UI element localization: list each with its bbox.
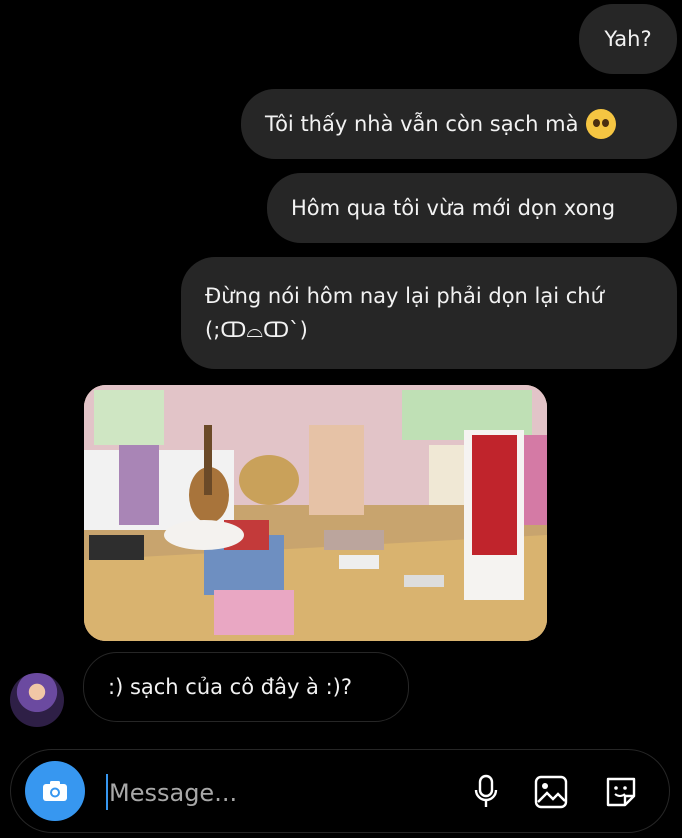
microphone-icon bbox=[474, 774, 498, 807]
pleading-face-emoji-icon bbox=[586, 109, 617, 139]
sent-message-1[interactable]: Yah? bbox=[579, 4, 677, 74]
message-composer bbox=[10, 749, 670, 833]
message-text: Yah? bbox=[604, 27, 652, 51]
sticker-icon bbox=[606, 777, 636, 807]
contact-avatar[interactable] bbox=[10, 673, 64, 727]
sent-message-3[interactable]: Hôm qua tôi vừa mới dọn xong bbox=[267, 173, 677, 243]
message-text: Đừng nói hôm nay lại phải dọn lại chứ bbox=[205, 284, 604, 308]
message-input[interactable] bbox=[107, 770, 431, 816]
received-message-1[interactable]: :) sạch của cô đây à :)? bbox=[83, 652, 409, 722]
message-text: :) sạch của cô đây à :)? bbox=[108, 675, 353, 699]
gallery-icon bbox=[534, 775, 568, 809]
sticker-button[interactable] bbox=[601, 772, 641, 812]
camera-icon bbox=[43, 781, 67, 801]
microphone-button[interactable] bbox=[466, 772, 506, 812]
sent-message-2[interactable]: Tôi thấy nhà vẫn còn sạch mà bbox=[241, 89, 677, 159]
message-text-line-2: (;ↀ⌓ↀ`) bbox=[205, 318, 308, 342]
messy-room-photo[interactable] bbox=[84, 385, 547, 641]
message-text: Tôi thấy nhà vẫn còn sạch mà bbox=[265, 112, 579, 136]
room-image bbox=[84, 385, 547, 641]
camera-button[interactable] bbox=[25, 761, 85, 821]
sent-message-4[interactable]: Đừng nói hôm nay lại phải dọn lại chứ (;… bbox=[181, 257, 677, 369]
gallery-button[interactable] bbox=[531, 772, 571, 812]
message-text: Hôm qua tôi vừa mới dọn xong bbox=[291, 196, 616, 220]
